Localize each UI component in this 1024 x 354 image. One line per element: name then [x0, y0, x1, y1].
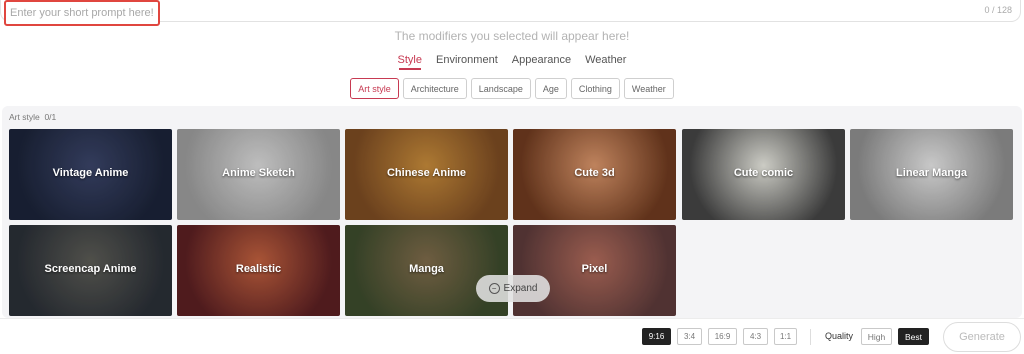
chip-weather[interactable]: Weather — [623, 78, 674, 99]
prompt-input[interactable] — [4, 0, 160, 26]
toolbar-divider — [810, 329, 811, 345]
ratio-1-1[interactable]: 1:1 — [774, 328, 797, 345]
char-counter: 0 / 128 — [984, 5, 1012, 15]
chip-landscape[interactable]: Landscape — [470, 78, 531, 99]
card-label: Screencap Anime — [44, 263, 137, 275]
quality-high[interactable]: High — [861, 328, 892, 345]
tab-style[interactable]: Style — [391, 54, 429, 70]
style-card[interactable]: Manga — [345, 225, 508, 316]
style-card[interactable]: Cute 3d — [513, 129, 676, 220]
style-card[interactable]: Cute comic — [682, 129, 845, 220]
style-gallery: Art style 0/1 Vintage Anime Anime Sketch… — [2, 106, 1022, 318]
card-label: Pixel — [581, 263, 608, 275]
ratio-9-16[interactable]: 9:16 — [642, 328, 671, 345]
expand-button[interactable]: − Expand — [476, 275, 550, 302]
card-label: Cute comic — [733, 167, 794, 179]
card-label: Cute 3d — [574, 167, 615, 179]
category-tabs: Style Environment Appearance Weather — [0, 54, 1024, 70]
tab-appearance[interactable]: Appearance — [505, 54, 578, 70]
style-card[interactable]: Realistic — [177, 225, 340, 316]
selected-count: 0/1 — [44, 112, 57, 122]
prompt-bar: 0 / 128 — [0, 0, 1021, 26]
style-card[interactable]: Pixel — [513, 225, 676, 316]
style-card[interactable]: Screencap Anime — [9, 225, 172, 316]
expand-label: Expand — [503, 283, 538, 294]
ratio-3-4[interactable]: 3:4 — [677, 328, 702, 345]
card-label: Chinese Anime — [386, 167, 467, 179]
modifiers-hint: The modifiers you selected will appear h… — [394, 29, 630, 43]
quality-best[interactable]: Best — [898, 328, 929, 345]
gallery-section-label: Art style 0/1 — [9, 112, 56, 122]
card-label: Linear Manga — [896, 167, 967, 179]
section-title: Art style — [9, 112, 40, 122]
tab-weather[interactable]: Weather — [578, 54, 633, 70]
style-card[interactable]: Linear Manga — [850, 129, 1013, 220]
subcategory-chips: Art style Architecture Landscape Age Clo… — [0, 78, 1024, 99]
chip-architecture[interactable]: Architecture — [402, 78, 467, 99]
card-label: Realistic — [235, 263, 282, 275]
card-label: Manga — [409, 263, 444, 275]
style-card[interactable]: Vintage Anime — [9, 129, 172, 220]
tab-environment[interactable]: Environment — [429, 54, 505, 70]
chip-age[interactable]: Age — [534, 78, 567, 99]
quality-label: Quality — [825, 331, 854, 341]
style-card[interactable]: Chinese Anime — [345, 129, 508, 220]
bottom-toolbar: 9:16 3:4 16:9 4:3 1:1 Quality High Best … — [0, 318, 1024, 354]
ratio-4-3[interactable]: 4:3 — [743, 328, 768, 345]
generate-button[interactable]: Generate — [943, 322, 1021, 352]
style-card[interactable]: Anime Sketch — [177, 129, 340, 220]
generator-page: 0 / 128 The modifiers you selected will … — [0, 0, 1024, 354]
card-label: Vintage Anime — [52, 167, 129, 179]
chip-art-style[interactable]: Art style — [350, 78, 399, 99]
chip-clothing[interactable]: Clothing — [570, 78, 620, 99]
ratio-16-9[interactable]: 16:9 — [708, 328, 737, 345]
card-label: Anime Sketch — [222, 167, 295, 179]
minus-circle-icon: − — [488, 283, 500, 294]
